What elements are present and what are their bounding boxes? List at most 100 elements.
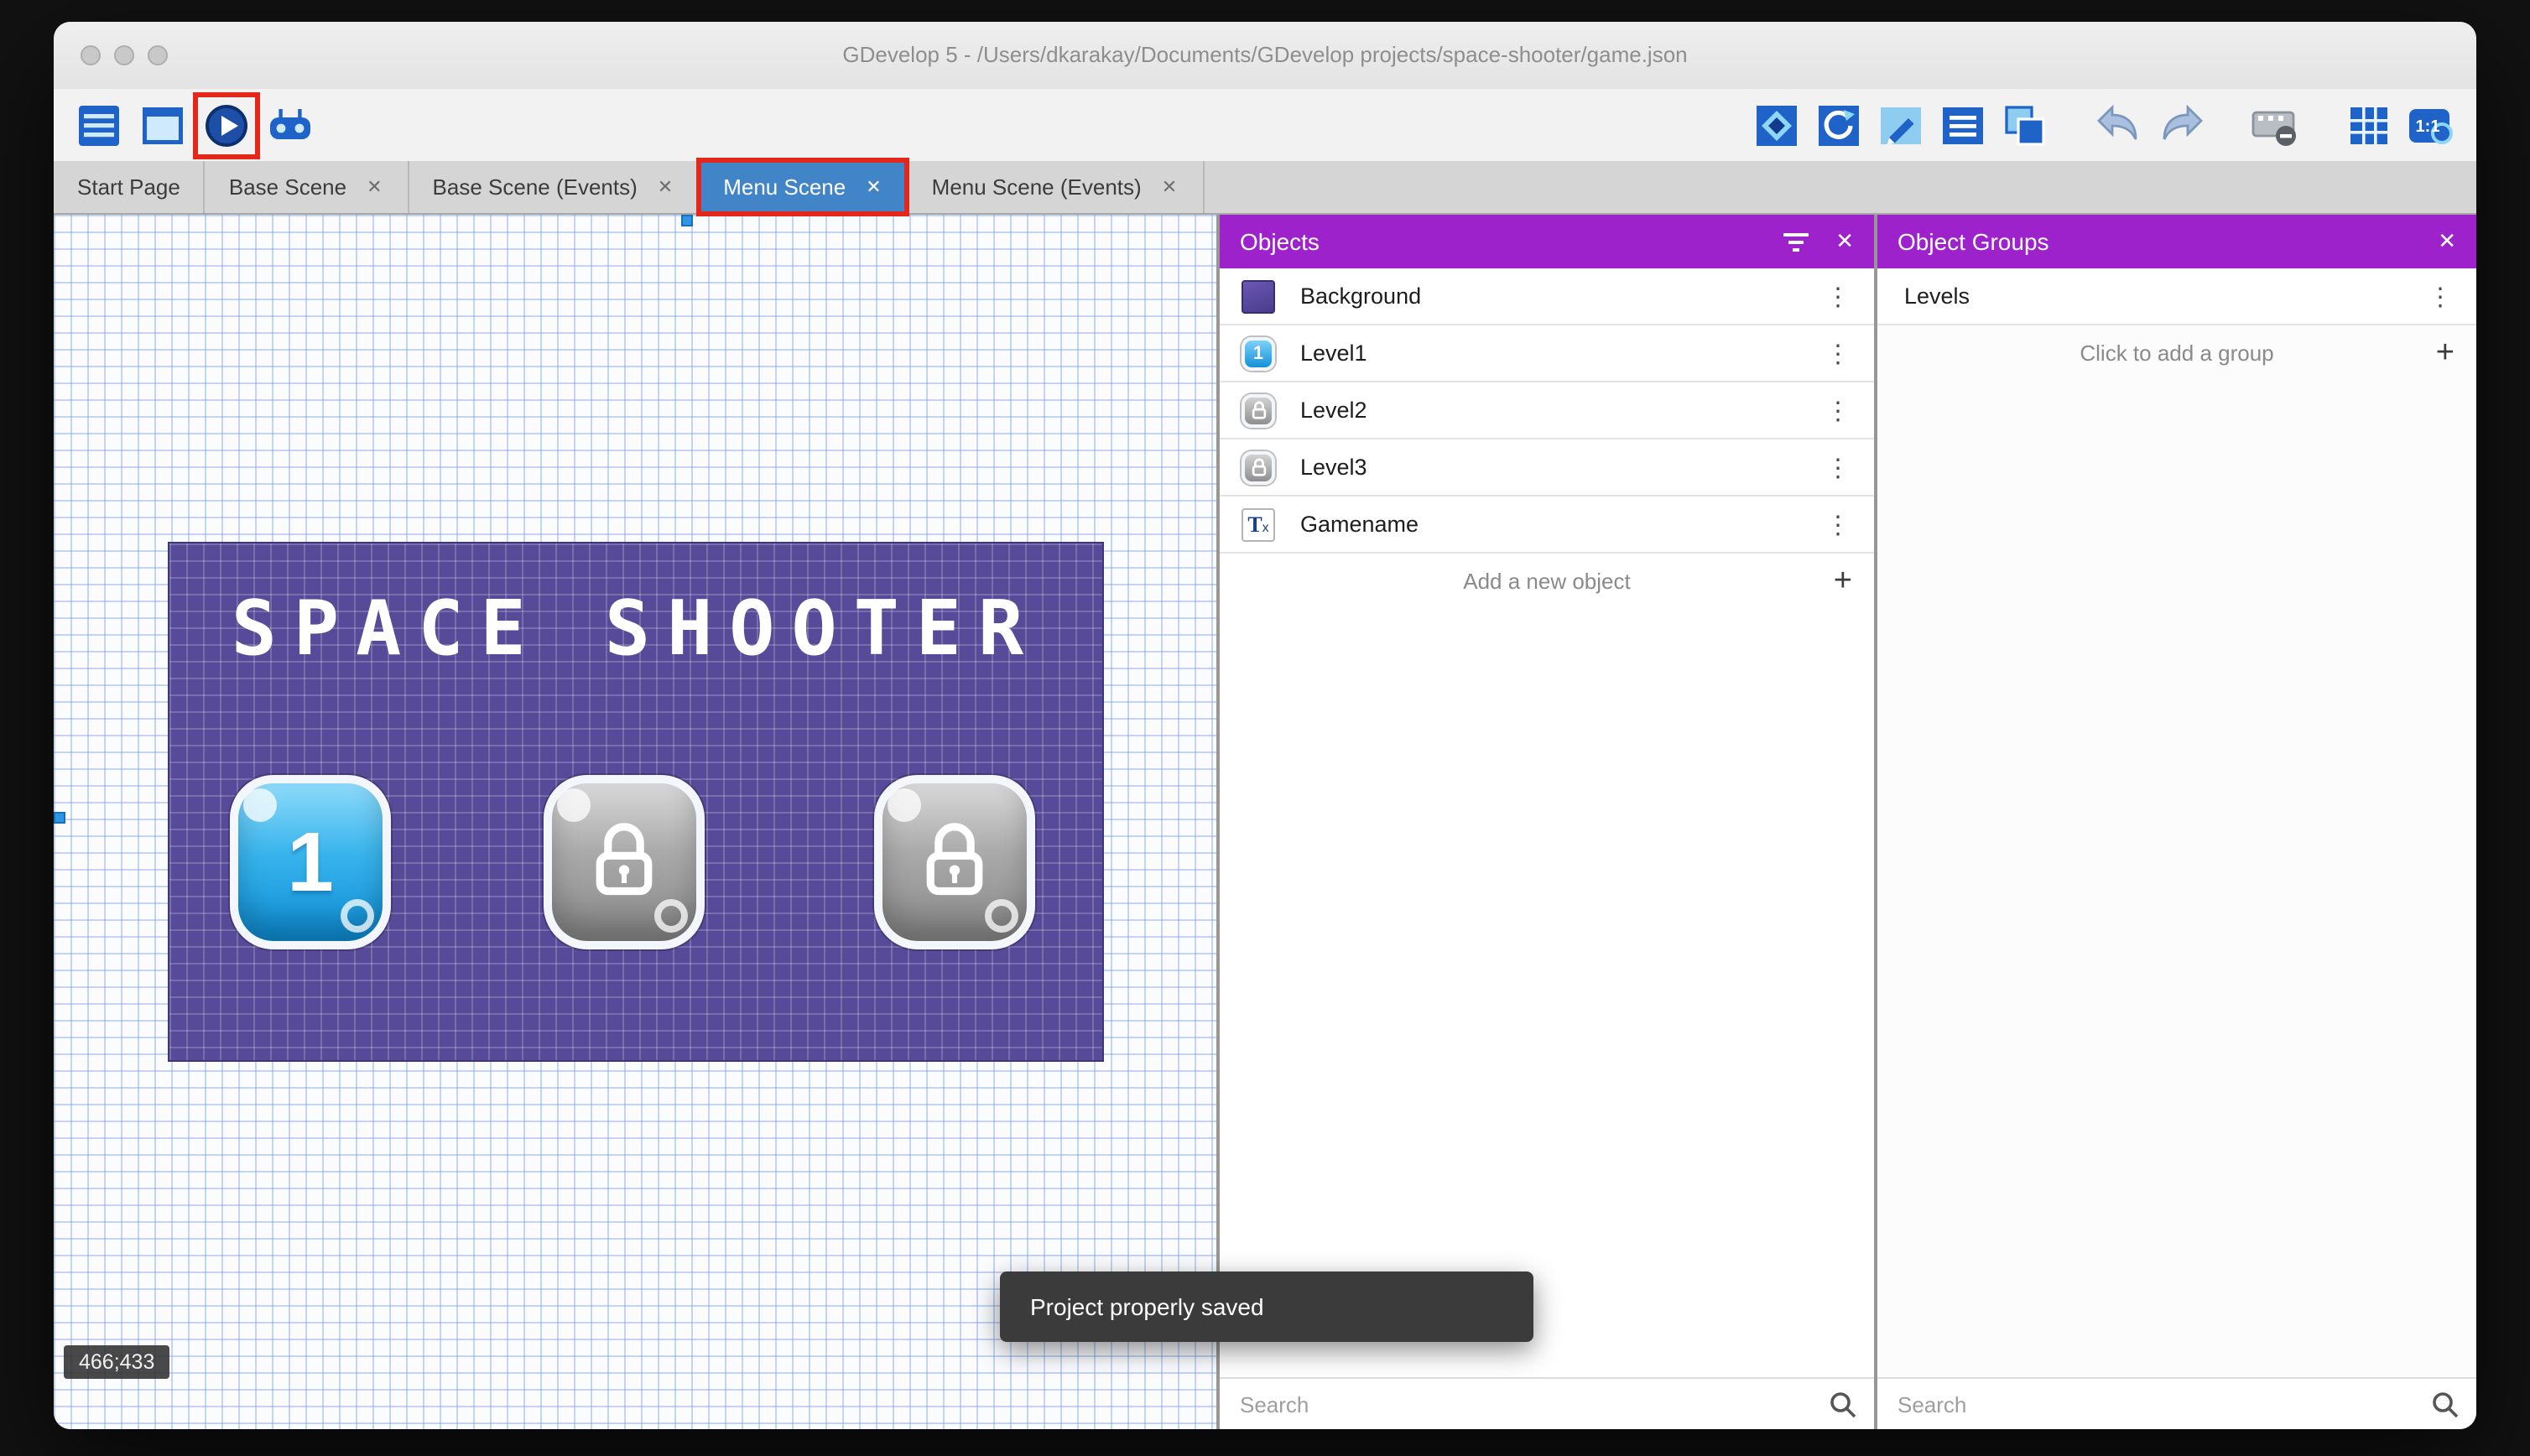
object-name: Level2 xyxy=(1300,398,1367,423)
play-button[interactable] xyxy=(193,91,260,159)
object-row-level1[interactable]: 1 Level1 ⋮ xyxy=(1220,325,1874,382)
objects-panel-title: Objects xyxy=(1240,228,1320,255)
object-groups-panel: Object Groups ✕ Levels ⋮ Click to add a … xyxy=(1874,215,2476,1429)
plus-icon[interactable]: + xyxy=(2436,335,2455,372)
locked-button-icon xyxy=(1242,450,1275,484)
object-groups-panel-title: Object Groups xyxy=(1898,228,2049,255)
tab-label: Start Page xyxy=(77,174,180,200)
add-group-button[interactable]: Click to add a group + xyxy=(1877,325,2476,381)
add-group-label: Click to add a group xyxy=(2080,341,2274,366)
lock-icon xyxy=(596,823,653,896)
main-content: SPACE SHOOTER 1 466;433 Objects ✕ Backgr… xyxy=(54,215,2476,1429)
tab-close-icon[interactable]: ✕ xyxy=(864,176,882,198)
level3-locked-button-instance[interactable] xyxy=(874,775,1035,949)
level2-locked-button-instance[interactable] xyxy=(544,775,705,949)
object-menu-icon[interactable]: ⋮ xyxy=(1822,338,1854,368)
object-menu-icon[interactable]: ⋮ xyxy=(1822,509,1854,539)
tab-menu-scene-events[interactable]: Menu Scene (Events) ✕ xyxy=(908,161,1205,213)
object-row-level2[interactable]: Level2 ⋮ xyxy=(1220,382,1874,439)
traffic-lights xyxy=(81,45,168,65)
object-name: Level3 xyxy=(1300,455,1367,480)
locked-button-icon xyxy=(1242,393,1275,427)
groups-search-bar xyxy=(1877,1377,2476,1429)
capture-film-icon[interactable] xyxy=(2250,100,2300,150)
close-panel-icon[interactable]: ✕ xyxy=(2438,228,2456,255)
background-swatch-icon xyxy=(1242,279,1275,313)
tab-close-icon[interactable]: ✕ xyxy=(1160,176,1179,198)
save-toast-message: Project properly saved xyxy=(1030,1293,1264,1320)
scene-resize-handle-top[interactable] xyxy=(681,215,693,226)
gdevelop-window: GDevelop 5 - /Users/dkarakay/Documents/G… xyxy=(54,22,2476,1429)
groups-panel-empty-area xyxy=(1877,381,2476,1377)
object-menu-icon[interactable]: ⋮ xyxy=(1822,395,1854,425)
search-icon xyxy=(1830,1391,1856,1417)
tab-close-icon[interactable]: ✕ xyxy=(656,176,674,198)
lock-icon xyxy=(926,823,983,896)
grid-icon[interactable] xyxy=(2344,100,2394,150)
tab-label: Base Scene xyxy=(228,174,347,200)
object-menu-icon[interactable]: ⋮ xyxy=(1822,452,1854,482)
object-groups-panel-header: Object Groups ✕ xyxy=(1877,215,2476,268)
events-list-icon[interactable] xyxy=(1938,100,1988,150)
layers-icon[interactable] xyxy=(2000,100,2050,150)
zoom-1-1-icon[interactable]: 1:1 xyxy=(2406,100,2456,150)
tab-start-page[interactable]: Start Page xyxy=(54,161,206,213)
scene-editor-canvas[interactable]: SPACE SHOOTER 1 466;433 xyxy=(54,215,1216,1429)
search-icon xyxy=(2433,1391,2459,1417)
game-title-text-instance[interactable]: SPACE SHOOTER xyxy=(169,584,1102,673)
svg-text:1:1: 1:1 xyxy=(2416,117,2440,135)
object-cube-icon[interactable] xyxy=(1752,100,1802,150)
group-row-levels[interactable]: Levels ⋮ xyxy=(1877,268,2476,325)
toolbar: 1:1 xyxy=(54,89,2476,161)
redo-icon[interactable] xyxy=(2156,100,2206,150)
edit-pencil-icon[interactable] xyxy=(1876,100,1926,150)
scene-window-icon[interactable] xyxy=(138,100,188,150)
desktop-background: GDevelop 5 - /Users/dkarakay/Documents/G… xyxy=(0,0,2530,1456)
add-new-object-button[interactable]: Add a new object + xyxy=(1220,554,1874,609)
toolbar-right-group: 1:1 xyxy=(1752,100,2456,150)
add-new-object-label: Add a new object xyxy=(1463,569,1631,594)
tab-base-scene[interactable]: Base Scene ✕ xyxy=(206,161,409,213)
tab-menu-scene[interactable]: Menu Scene ✕ xyxy=(696,158,911,216)
scene-resize-handle-left[interactable] xyxy=(54,812,65,824)
undo-icon[interactable] xyxy=(2094,100,2144,150)
menu-scene-preview[interactable]: SPACE SHOOTER 1 xyxy=(169,543,1102,1060)
groups-search-input[interactable] xyxy=(1894,1390,2418,1418)
object-row-background[interactable]: Background ⋮ xyxy=(1220,268,1874,325)
zoom-window-button[interactable] xyxy=(148,45,168,65)
object-row-gamename[interactable]: Tx Gamename ⋮ xyxy=(1220,497,1874,554)
object-row-level3[interactable]: Level3 ⋮ xyxy=(1220,439,1874,497)
level1-number: 1 xyxy=(287,815,334,909)
instances-refresh-icon[interactable] xyxy=(1814,100,1864,150)
objects-search-input[interactable] xyxy=(1236,1390,1815,1418)
objects-panel: Objects ✕ Background ⋮ 1 Level1 ⋮ Level2… xyxy=(1216,215,1874,1429)
tab-bar: Start Page Base Scene ✕ Base Scene (Even… xyxy=(54,158,2476,216)
level-button-icon: 1 xyxy=(1242,336,1275,370)
text-object-icon: Tx xyxy=(1242,507,1275,541)
object-name: Level1 xyxy=(1300,341,1367,366)
object-name: Gamename xyxy=(1300,512,1419,537)
window-title: GDevelop 5 - /Users/dkarakay/Documents/G… xyxy=(842,42,1688,67)
objects-panel-empty-area xyxy=(1220,609,1874,1377)
level1-button-instance[interactable]: 1 xyxy=(230,775,391,949)
close-panel-icon[interactable]: ✕ xyxy=(1835,228,1854,255)
object-name: Background xyxy=(1300,283,1422,309)
plus-icon[interactable]: + xyxy=(1834,563,1852,600)
close-window-button[interactable] xyxy=(81,45,101,65)
titlebar: GDevelop 5 - /Users/dkarakay/Documents/G… xyxy=(54,22,2476,89)
object-menu-icon[interactable]: ⋮ xyxy=(1822,281,1854,311)
tab-label: Menu Scene xyxy=(723,174,846,200)
save-toast: Project properly saved xyxy=(1000,1271,1533,1342)
objects-search-bar xyxy=(1220,1377,1874,1429)
objects-panel-header: Objects ✕ xyxy=(1220,215,1874,268)
tab-close-icon[interactable]: ✕ xyxy=(365,176,383,198)
group-menu-icon[interactable]: ⋮ xyxy=(2424,281,2456,311)
debug-gamepad-icon[interactable] xyxy=(265,100,315,150)
filter-icon[interactable] xyxy=(1783,231,1809,252)
project-manager-icon[interactable] xyxy=(74,100,124,150)
group-name: Levels xyxy=(1904,283,1970,309)
tab-label: Base Scene (Events) xyxy=(432,174,638,200)
tab-base-scene-events[interactable]: Base Scene (Events) ✕ xyxy=(409,161,700,213)
cursor-coordinates-badge: 466;433 xyxy=(64,1345,170,1379)
minimize-window-button[interactable] xyxy=(114,45,134,65)
